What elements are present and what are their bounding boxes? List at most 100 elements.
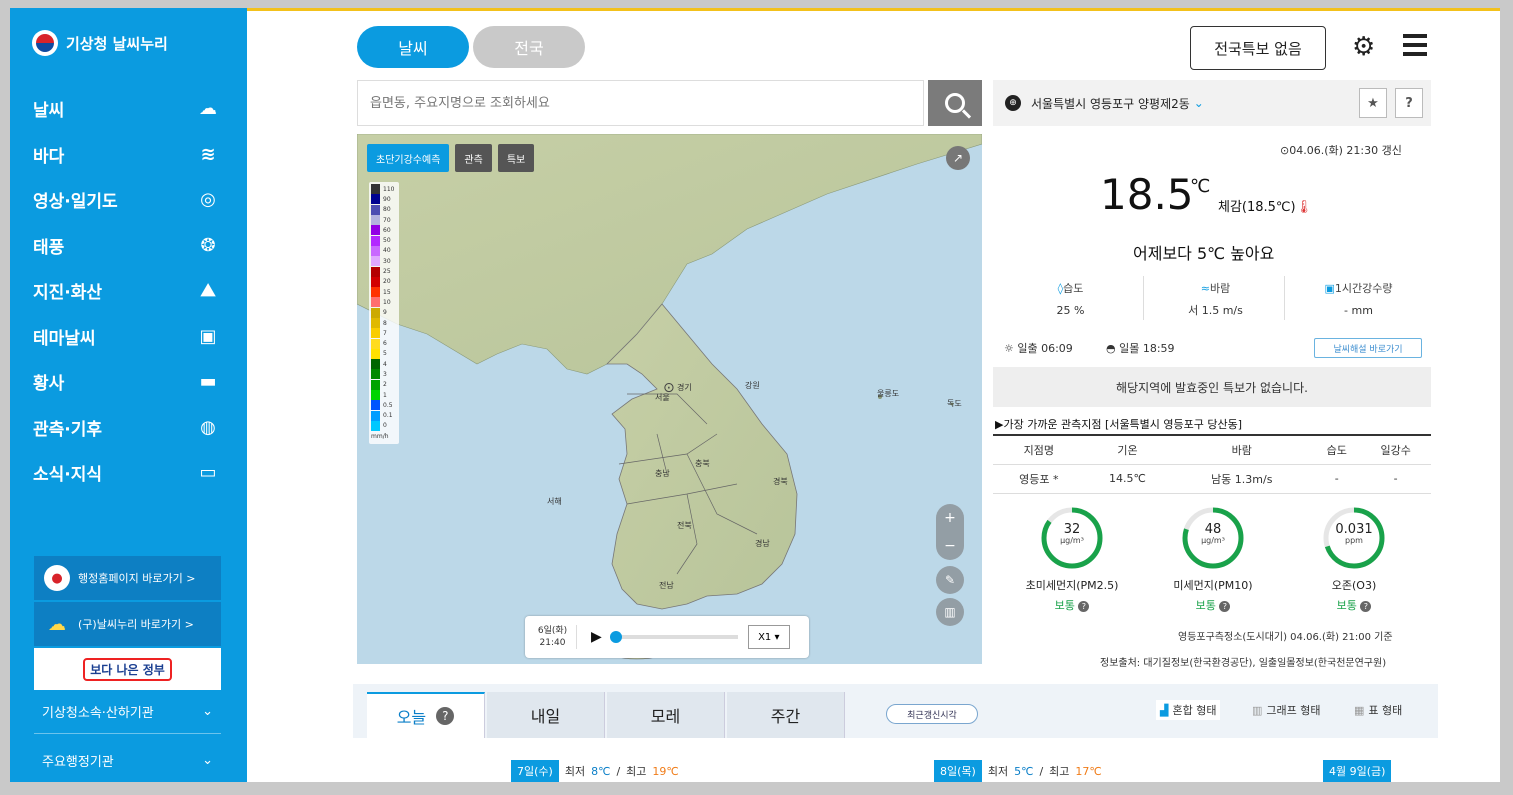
min-label: 최저 [987, 765, 1009, 778]
legend-value: 40 [383, 247, 391, 255]
ruler-icon[interactable]: ✎ [936, 566, 964, 594]
sidebar-item[interactable]: 바다 ≋ [10, 132, 247, 178]
affiliates-dropdown[interactable]: 기상청소속·산하기관 ⌄ [34, 690, 221, 734]
location-search-input[interactable] [357, 80, 924, 126]
player-date: 6일(화) [537, 626, 568, 636]
forecast-day: 8일(목) 최저 5℃ / 최고 17℃ [934, 760, 1102, 782]
bar-chart-icon: ▥ [1252, 703, 1263, 717]
search-icon [945, 93, 965, 113]
help-icon[interactable]: ? [1219, 600, 1231, 612]
help-icon[interactable]: ? [436, 707, 455, 725]
legend-entry: 7 [371, 328, 397, 339]
location-target-icon[interactable]: ⊕ [1005, 95, 1021, 111]
legend-swatch [371, 194, 380, 205]
play-icon[interactable]: ▶ [591, 629, 602, 645]
sidebar-item-label: 태풍 [33, 237, 65, 258]
weather-guide-button[interactable]: 날씨해설 바로가기 [1314, 338, 1422, 358]
legend-value: 0.1 [383, 412, 393, 420]
tab-nowcast[interactable]: 초단기강수예측 [367, 144, 450, 172]
legend-entry: 60 [371, 225, 397, 236]
tab-today-label: 오늘 [396, 708, 427, 727]
legend-value: 9 [383, 309, 387, 317]
tab-weather[interactable]: 날씨 [357, 26, 469, 68]
weather-map[interactable]: 초단기강수예측 관측 특보 110 90 80 70 60 50 40 30 25 20 15 10 9… [357, 134, 982, 664]
old-site-link[interactable]: ☁ (구)날씨누리 바로가기 > [34, 602, 221, 646]
tab-day-after[interactable]: 모레 [607, 692, 725, 738]
tab-national[interactable]: 전국 [473, 26, 585, 68]
legend-value: 7 [383, 329, 387, 337]
view-mixed[interactable]: ▟ 혼합 형태 [1156, 700, 1221, 720]
speed-select[interactable]: X1 ▾ [747, 625, 790, 649]
air-quality-item[interactable]: 0.031 ppm 오존(O3) 보통 ? [1294, 505, 1414, 613]
legend-value: 60 [383, 226, 391, 234]
table-cell[interactable]: 영등포 * [993, 464, 1085, 494]
legend-value: 3 [383, 370, 387, 378]
air-quality-item[interactable]: 32 μg/m³ 초미세먼지(PM2.5) 보통 ? [1012, 505, 1132, 613]
old-site-link-label: (구)날씨누리 바로가기 > [78, 618, 194, 631]
slider-handle[interactable] [609, 631, 622, 643]
zoom-out-button[interactable]: − [944, 538, 956, 554]
aq-status: 보통 ? [1153, 597, 1273, 613]
legend-entry: 25 [371, 266, 397, 277]
air-quality-item[interactable]: 48 μg/m³ 미세먼지(PM10) 보통 ? [1153, 505, 1273, 613]
forecast-day: 4월 9일(금) [1323, 760, 1392, 782]
clock-icon: ⊙ [1280, 144, 1290, 157]
tab-today[interactable]: 오늘 ? [367, 692, 485, 738]
map-label: 충남 [655, 469, 670, 478]
table-cell: - [1360, 464, 1431, 494]
sidebar-item[interactable]: 관측·기후 ◍ [10, 405, 247, 451]
sunrise-text: 일출 06:09 [1017, 342, 1073, 355]
legend-entry: 0.5 [371, 400, 397, 411]
legend-swatch [371, 256, 380, 267]
satellite-icon: ◎ [200, 189, 216, 211]
taegeuk-logo-icon [32, 30, 58, 56]
suitcase-icon: ▣ [199, 325, 217, 347]
sidebar-item[interactable]: 황사 ▬ [10, 359, 247, 405]
precipitation-legend: 110 90 80 70 60 50 40 30 25 20 15 10 9 8 7 6 5 4 3 2 1 0.5 0.1… [369, 182, 399, 445]
external-link-icon[interactable]: ↗ [946, 146, 970, 170]
legend-swatch [371, 369, 380, 380]
gear-icon[interactable]: ⚙ [1352, 32, 1375, 62]
view-mixed-label: 혼합 형태 [1172, 704, 1217, 717]
aq-status: 보통 ? [1012, 597, 1132, 613]
legend-swatch [371, 390, 380, 401]
separator: / [616, 764, 621, 778]
zoom-in-button[interactable]: + [944, 510, 956, 526]
sidebar-item[interactable]: 소식·지식 ▭ [10, 450, 247, 496]
help-icon[interactable]: ? [1078, 600, 1090, 612]
tab-warning[interactable]: 특보 [497, 144, 535, 172]
legend-swatch [371, 400, 380, 411]
site-logo[interactable]: 기상청 날씨누리 [32, 30, 168, 56]
tab-weekly[interactable]: 주간 [727, 692, 845, 738]
column-header: 기온 [1084, 434, 1171, 465]
view-table[interactable]: ▦ 표 형태 [1350, 700, 1406, 720]
hamburger-menu-icon[interactable] [1403, 34, 1427, 56]
agencies-dropdown[interactable]: 주요행정기관 ⌄ [34, 738, 221, 782]
sidebar-item[interactable]: 테마날씨 ▣ [10, 314, 247, 360]
tab-tomorrow[interactable]: 내일 [487, 692, 605, 738]
sidebar-item[interactable]: 영상·일기도 ◎ [10, 177, 247, 223]
recent-update-button[interactable]: 최근갱신시각 [886, 704, 978, 724]
sidebar-item[interactable]: 태풍 ❂ [10, 223, 247, 269]
layers-icon[interactable]: ▥ [936, 598, 964, 626]
national-alert-button[interactable]: 전국특보 없음 [1190, 26, 1326, 70]
favorite-star-icon[interactable]: ★ [1359, 88, 1387, 118]
gov-banner[interactable]: 보다 나은 정부 [34, 648, 221, 690]
legend-value: 25 [383, 268, 391, 276]
view-graph[interactable]: ▥ 그래프 형태 [1248, 700, 1325, 720]
help-icon[interactable]: ? [1360, 600, 1372, 612]
aq-value: 0.031 [1335, 522, 1373, 537]
sidebar-item[interactable]: 날씨 ☁ [10, 86, 247, 132]
help-button[interactable]: ? [1395, 88, 1423, 118]
zoom-control: + − [936, 504, 964, 560]
side-links: ● 행정홈페이지 바로가기 > ☁ (구)날씨누리 바로가기 > 보다 나은 정… [34, 556, 221, 690]
sidebar-item[interactable]: 지진·화산 ⛰ [10, 268, 247, 314]
admin-homepage-link[interactable]: ● 행정홈페이지 바로가기 > [34, 556, 221, 600]
tab-observation[interactable]: 관측 [455, 144, 492, 172]
legend-value: 0 [383, 422, 387, 430]
sidebar: 기상청 날씨누리 날씨 ☁ 바다 ≋ 영상·일기도 ◎ 태풍 ❂ 지진·화산 ⛰ 테마날씨 ▣ 황사 ▬ 관… [10, 8, 247, 782]
map-player: 6일(화) 21:40 ▶ X1 ▾ [525, 616, 809, 658]
search-button[interactable] [928, 80, 982, 126]
sidebar-item-label: 관측·기후 [33, 419, 103, 440]
timeline-slider[interactable] [609, 631, 738, 643]
